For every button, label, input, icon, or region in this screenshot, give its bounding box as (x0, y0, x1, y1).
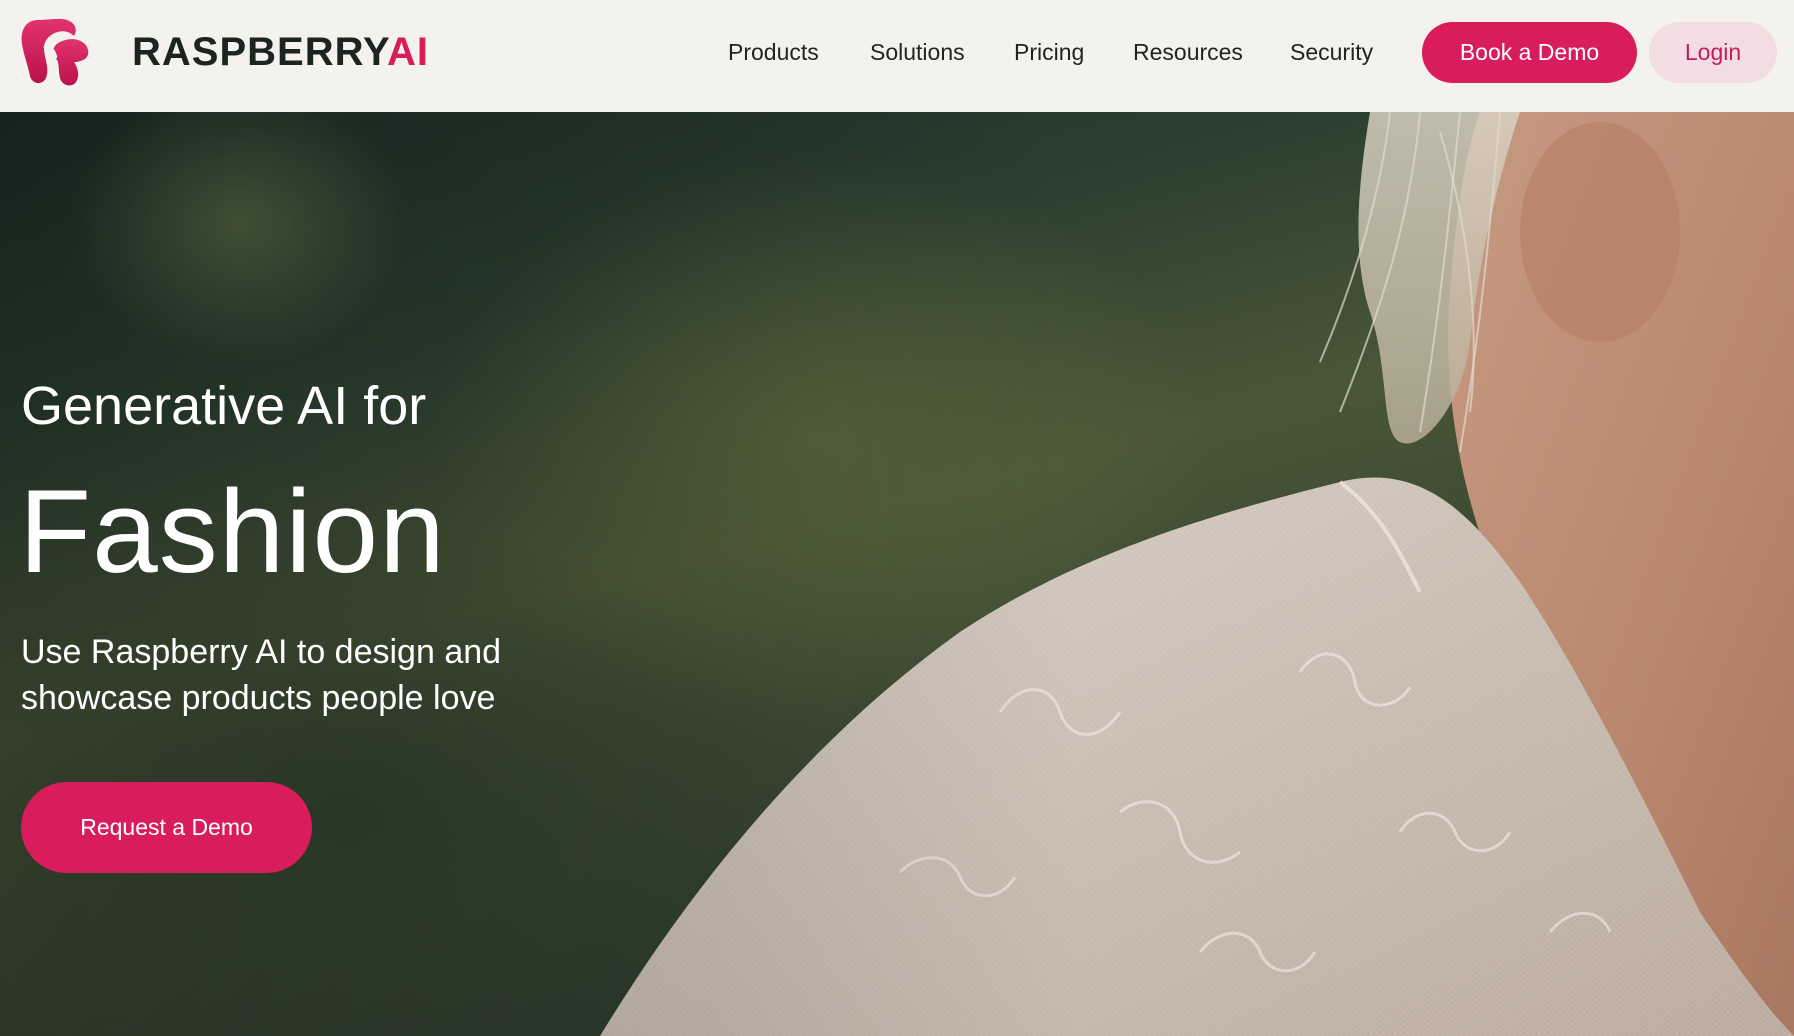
hero-kicker: Generative AI for (21, 376, 427, 436)
login-button[interactable]: Login (1649, 22, 1777, 83)
hero-subtitle: Use Raspberry AI to design and showcase … (21, 633, 502, 717)
hero-title: Fashion (19, 466, 446, 598)
nav-item-resources[interactable]: Resources (1133, 38, 1243, 66)
brand-name: RASPBERRY (132, 30, 387, 74)
book-demo-button[interactable]: Book a Demo (1422, 22, 1637, 83)
nav-item-pricing[interactable]: Pricing (1014, 38, 1084, 66)
nav-item-security[interactable]: Security (1290, 38, 1373, 66)
hero-section: Generative AI for Fashion Use Raspberry … (0, 112, 1794, 1036)
site-header: RASPBERRYAI Products Solutions Pricing R… (0, 0, 1794, 112)
nav-item-solutions[interactable]: Solutions (870, 38, 965, 66)
request-demo-button[interactable]: Request a Demo (21, 782, 312, 873)
brand-wordmark: RASPBERRYAI (132, 32, 429, 72)
brand-name-accent: AI (387, 30, 429, 74)
nav-item-products[interactable]: Products (728, 38, 819, 66)
raspberry-r-logo-icon (21, 18, 89, 86)
brand-logo[interactable]: RASPBERRYAI (20, 18, 429, 86)
